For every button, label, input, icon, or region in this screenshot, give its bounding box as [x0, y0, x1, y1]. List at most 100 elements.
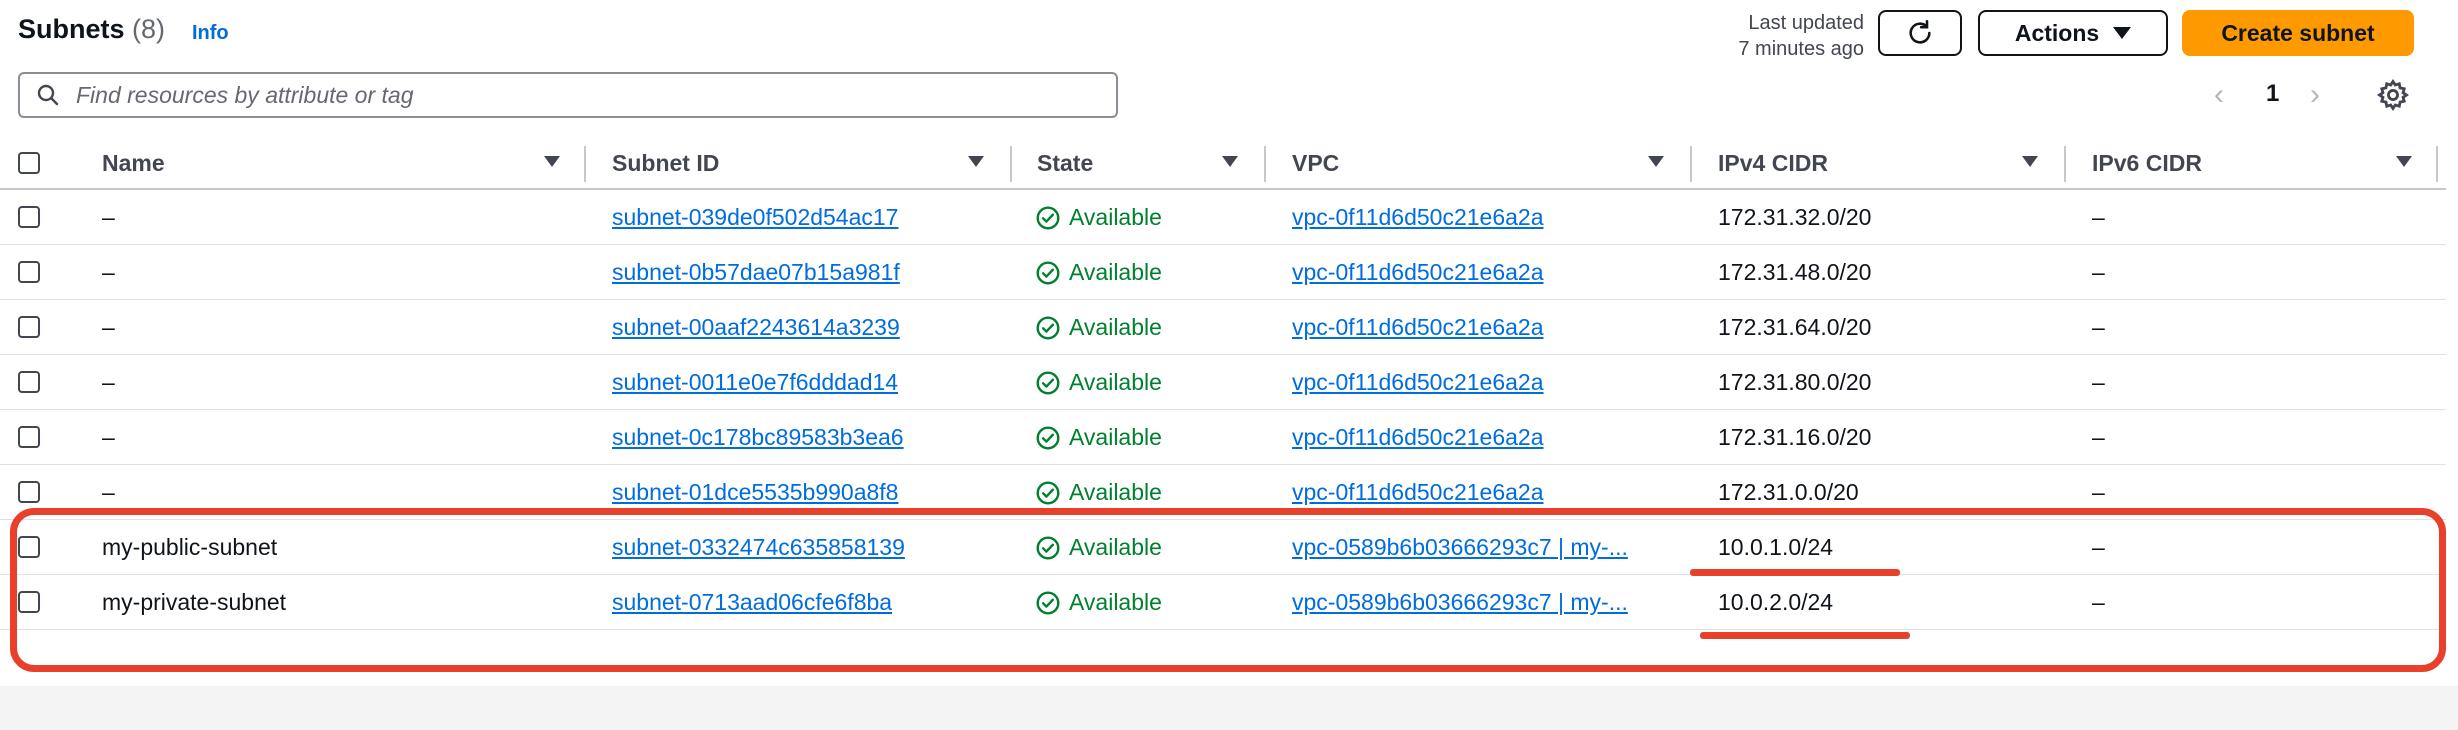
state-label: Available	[1069, 259, 1162, 285]
annotation-underline	[1690, 569, 1900, 576]
cell-name: –	[102, 424, 115, 450]
subnets-page: Subnets (8) Info Last updated 7 minutes …	[0, 0, 2458, 730]
column-divider[interactable]	[1690, 146, 1692, 182]
page-footer-band	[0, 686, 2458, 730]
search-bar[interactable]	[18, 72, 1118, 118]
next-page-button[interactable]: ›	[2310, 78, 2320, 112]
state-status: Available	[1035, 369, 1162, 396]
caret-down-icon	[2113, 27, 2132, 39]
refresh-button[interactable]	[1878, 10, 1962, 56]
row-checkbox[interactable]	[18, 371, 40, 393]
row-checkbox[interactable]	[18, 261, 40, 283]
check-circle-icon	[1036, 426, 1060, 449]
row-checkbox[interactable]	[18, 481, 40, 503]
vpc-link[interactable]: vpc-0f11d6d50c21e6a2a	[1292, 424, 1662, 451]
column-divider[interactable]	[584, 146, 586, 182]
vpc-link[interactable]: vpc-0f11d6d50c21e6a2a	[1292, 314, 1662, 341]
search-input[interactable]	[74, 80, 1078, 110]
subnet-id-link[interactable]: subnet-0b57dae07b15a981f	[612, 259, 900, 286]
cell-name: –	[102, 369, 115, 395]
table-row[interactable]: – subnet-00aaf2243614a3239 Available vpc-0f…	[0, 300, 2446, 355]
annotation-underline	[1700, 632, 1910, 639]
table-row[interactable]: – subnet-0c178bc89583b3ea6 Available vpc-0f…	[0, 410, 2446, 465]
current-page[interactable]: 1	[2266, 80, 2279, 108]
row-checkbox[interactable]	[18, 206, 40, 228]
column-header-subnet-id[interactable]: Subnet ID	[612, 150, 719, 177]
cell-ipv6-cidr: –	[2092, 259, 2105, 285]
cell-ipv4-cidr: 172.31.64.0/20	[1718, 314, 1872, 340]
state-status: Available	[1035, 479, 1162, 506]
column-header-ipv4-cidr[interactable]: IPv4 CIDR	[1718, 150, 1828, 177]
subnet-id-link[interactable]: subnet-00aaf2243614a3239	[612, 314, 900, 341]
state-status: Available	[1035, 424, 1162, 451]
last-updated-label: Last updated	[1748, 12, 1864, 34]
cell-name: –	[102, 259, 115, 285]
subnet-id-link[interactable]: subnet-0c178bc89583b3ea6	[612, 424, 904, 451]
cell-ipv6-cidr: –	[2092, 369, 2105, 395]
title-text: Subnets	[18, 14, 125, 44]
table-header: Name Subnet ID State VPC IPv4 CIDR IPv6 …	[0, 140, 2446, 190]
check-circle-icon	[1036, 261, 1060, 284]
cell-ipv6-cidr: –	[2092, 314, 2105, 340]
sort-state-icon[interactable]	[1222, 156, 1238, 167]
row-checkbox[interactable]	[18, 426, 40, 448]
cell-ipv6-cidr: –	[2092, 204, 2105, 230]
sort-subnet-id-icon[interactable]	[968, 156, 984, 167]
column-header-ipv6-cidr[interactable]: IPv6 CIDR	[2092, 150, 2202, 177]
column-divider	[2436, 146, 2438, 182]
table-row[interactable]: – subnet-0011e0e7f6dddad14 Available vpc-0f…	[0, 355, 2446, 410]
select-all-checkbox[interactable]	[18, 152, 40, 174]
sort-name-icon[interactable]	[544, 156, 560, 167]
check-circle-icon	[1036, 206, 1060, 229]
subnet-id-link[interactable]: subnet-0011e0e7f6dddad14	[612, 369, 898, 396]
cell-ipv4-cidr: 172.31.48.0/20	[1718, 259, 1872, 285]
sort-ipv4-icon[interactable]	[2022, 156, 2038, 167]
check-circle-icon	[1036, 316, 1060, 339]
gear-icon[interactable]	[2376, 78, 2410, 112]
cell-ipv4-cidr: 172.31.0.0/20	[1718, 479, 1859, 505]
vpc-link[interactable]: vpc-0f11d6d50c21e6a2a	[1292, 259, 1662, 286]
column-header-state[interactable]: State	[1037, 150, 1093, 177]
page-title: Subnets (8)	[18, 14, 165, 45]
previous-page-button[interactable]: ‹	[2214, 78, 2224, 112]
state-status: Available	[1035, 204, 1162, 231]
column-divider[interactable]	[1010, 146, 1012, 182]
actions-label: Actions	[2014, 19, 2100, 46]
column-divider[interactable]	[2064, 146, 2066, 182]
info-link[interactable]: Info	[192, 22, 229, 45]
cell-name: –	[102, 314, 115, 340]
check-circle-icon	[1036, 481, 1060, 504]
search-icon	[37, 84, 59, 106]
state-status: Available	[1035, 314, 1162, 341]
cell-ipv6-cidr: –	[2092, 479, 2105, 505]
last-updated-time: 7 minutes ago	[1738, 38, 1864, 60]
column-header-vpc[interactable]: VPC	[1292, 150, 1339, 177]
sort-vpc-icon[interactable]	[1648, 156, 1664, 167]
cell-name: –	[102, 479, 115, 505]
create-subnet-button[interactable]: Create subnet	[2182, 10, 2414, 56]
cell-ipv6-cidr: –	[2092, 424, 2105, 450]
state-label: Available	[1069, 204, 1162, 230]
subnet-count: (8)	[132, 14, 166, 44]
refresh-icon	[1909, 20, 1931, 44]
column-divider[interactable]	[1264, 146, 1266, 182]
actions-button[interactable]: Actions	[1978, 10, 2168, 56]
row-checkbox[interactable]	[18, 316, 40, 338]
vpc-link[interactable]: vpc-0f11d6d50c21e6a2a	[1292, 479, 1662, 506]
column-header-name[interactable]: Name	[102, 150, 165, 177]
create-subnet-label: Create subnet	[2221, 19, 2375, 46]
state-label: Available	[1069, 479, 1162, 505]
table-row[interactable]: – subnet-0b57dae07b15a981f Available vpc-0f…	[0, 245, 2446, 300]
check-circle-icon	[1036, 371, 1060, 394]
table-row[interactable]: – subnet-039de0f502d54ac17 Available vpc-0f…	[0, 190, 2446, 245]
state-label: Available	[1069, 369, 1162, 395]
cell-ipv4-cidr: 172.31.16.0/20	[1718, 424, 1872, 450]
last-updated: Last updated 7 minutes ago	[1700, 10, 1864, 62]
subnet-id-link[interactable]: subnet-01dce5535b990a8f8	[612, 479, 898, 506]
vpc-link[interactable]: vpc-0f11d6d50c21e6a2a	[1292, 204, 1662, 231]
vpc-link[interactable]: vpc-0f11d6d50c21e6a2a	[1292, 369, 1662, 396]
subnet-id-link[interactable]: subnet-039de0f502d54ac17	[612, 204, 898, 231]
cell-ipv4-cidr: 172.31.80.0/20	[1718, 369, 1872, 395]
cell-name: –	[102, 204, 115, 230]
sort-ipv6-icon[interactable]	[2396, 156, 2412, 167]
